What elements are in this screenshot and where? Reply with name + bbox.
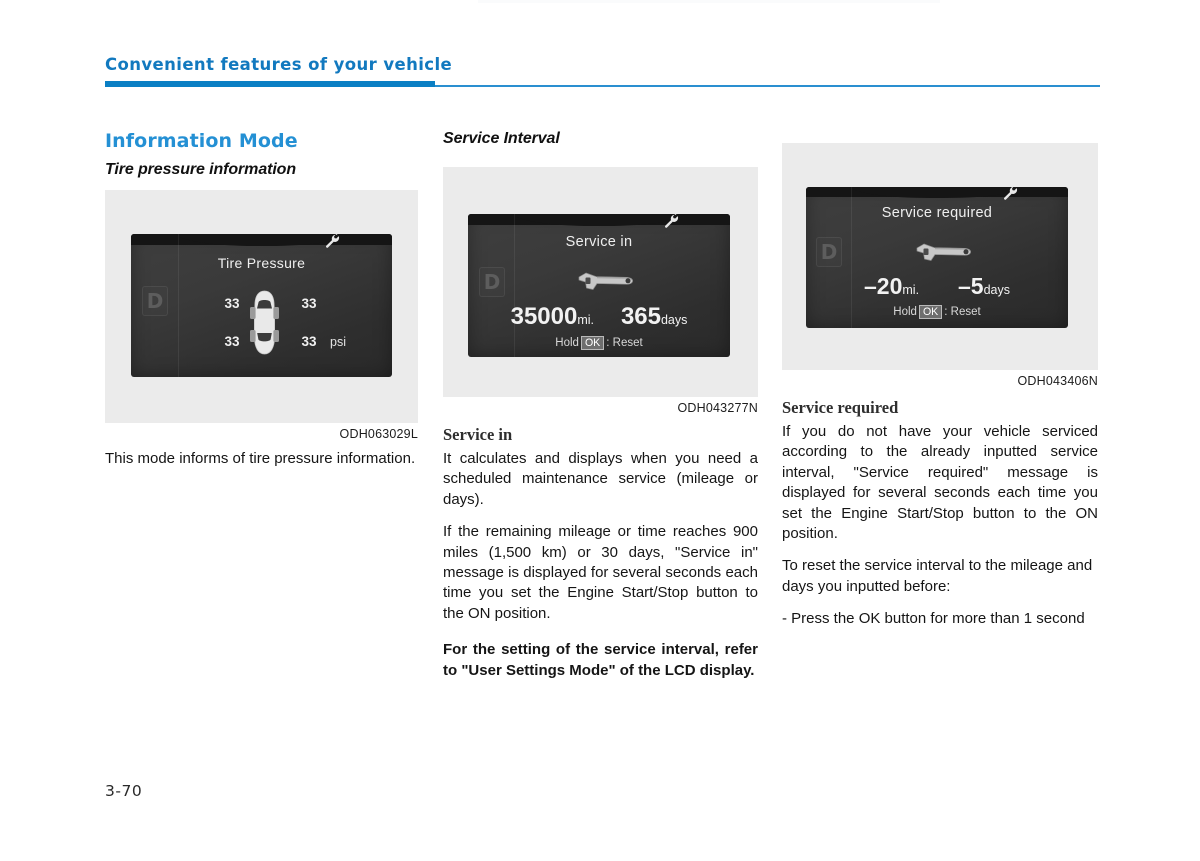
tire-pressure-front-left: 33 (224, 296, 240, 311)
hold-label: Hold (893, 306, 917, 318)
figure-background-3: D Service required –20mi. –5days Hold OK… (782, 143, 1098, 370)
tire-pressure-unit: psi (330, 335, 346, 349)
reset-label: : Reset (606, 337, 643, 349)
heading-service-required: Service required (782, 398, 899, 417)
adjustable-wrench-icon (573, 270, 637, 297)
service-required-mileage-unit: mi. (902, 283, 920, 297)
lcd-top-notch-1 (131, 234, 392, 245)
service-in-days-unit: days (660, 313, 688, 327)
tire-pressure-rear-left: 33 (224, 334, 240, 349)
ok-key-glyph: OK (918, 305, 943, 320)
section-heading-information-mode: Information Mode (105, 130, 298, 152)
figure-code-3: ODH043406N (1017, 374, 1098, 388)
ok-key-glyph: OK (580, 336, 605, 351)
lcd-title-service-required: Service required (881, 205, 993, 221)
lcd-title-tire-pressure: Tire Pressure (217, 255, 306, 271)
page-header: Convenient features of your vehicle (105, 55, 1100, 95)
figure-service-required: D Service required –20mi. –5days Hold OK… (782, 143, 1098, 388)
tire-pressure-front-right: 33 (301, 296, 317, 311)
paragraph-service-in-2: If the remaining mileage or time reaches… (443, 523, 758, 622)
paragraph-service-required-1: If you do not have your vehicle serviced… (782, 423, 1098, 542)
reset-label: : Reset (944, 306, 981, 318)
figure-code-1: ODH063029L (339, 427, 418, 441)
column-service-required: D Service required –20mi. –5days Hold OK… (782, 143, 1098, 630)
paragraph-service-in-1: It calculates and displays when you need… (443, 450, 758, 508)
service-required-days-value: –5 (957, 273, 984, 299)
paragraph-service-required-3: - Press the OK button for more than 1 se… (782, 610, 1085, 628)
gear-indicator-d: D (479, 267, 505, 297)
page-number: 3-70 (105, 782, 143, 800)
gear-indicator-d: D (142, 286, 168, 316)
figure-background-1: D Tire Pressure 33 33 33 33 psi (105, 190, 418, 423)
lcd-service-values-row: 35000mi. 365days (468, 303, 730, 331)
wrench-icon (1002, 187, 1018, 206)
wrench-icon (663, 214, 679, 234)
lcd-service-values-row: –20mi. –5days (806, 273, 1068, 300)
figure-code-2: ODH043277N (677, 401, 758, 415)
hold-label: Hold (555, 337, 579, 349)
lcd-cluster-service-in: D Service in 35000mi. 365days Hold OK: … (468, 214, 730, 357)
tire-pressure-rear-right: 33 (301, 334, 317, 349)
lcd-top-notch-3 (806, 187, 1068, 197)
header-rule-thick (105, 81, 435, 87)
service-in-mileage-value: 35000 (510, 303, 578, 330)
hold-ok-reset-hint: Hold OK: Reset (806, 305, 1068, 320)
lcd-title-service-in: Service in (565, 234, 633, 250)
column-service-interval: Service Interval D Service in 35000mi. 3… (443, 130, 758, 681)
scan-artifact (478, 0, 940, 3)
car-top-view-icon (250, 290, 279, 361)
hold-ok-reset-hint: Hold OK: Reset (468, 336, 730, 351)
page-header-title: Convenient features of your vehicle (105, 55, 453, 74)
lcd-cluster-service-required: D Service required –20mi. –5days Hold OK… (806, 187, 1068, 328)
gear-indicator-d: D (816, 237, 842, 267)
service-required-mileage-value: –20 (864, 273, 903, 299)
lcd-top-notch-2 (468, 214, 730, 225)
heading-service-in: Service in (443, 425, 513, 444)
wrench-icon (324, 234, 340, 254)
column-information-mode: Information Mode Tire pressure informati… (105, 130, 418, 469)
figure-tire-pressure: D Tire Pressure 33 33 33 33 psi ODH06302… (105, 190, 418, 441)
paragraph-service-in-note: For the setting of the service interval,… (443, 641, 758, 679)
service-in-mileage-unit: mi. (577, 313, 595, 327)
subsection-heading-tire-pressure-information: Tire pressure information (105, 161, 297, 178)
service-required-days-unit: days (983, 283, 1010, 297)
paragraph-tire-pressure-info: This mode informs of tire pressure infor… (105, 450, 416, 467)
figure-background-2: D Service in 35000mi. 365days Hold OK: … (443, 167, 758, 397)
subsection-heading-service-interval: Service Interval (443, 130, 560, 147)
adjustable-wrench-icon (911, 241, 975, 268)
lcd-cluster-tire-pressure: D Tire Pressure 33 33 33 33 psi (131, 234, 392, 377)
figure-service-in: D Service in 35000mi. 365days Hold OK: … (443, 167, 758, 415)
paragraph-service-required-2: To reset the service interval to the mil… (782, 557, 1093, 595)
service-in-days-value: 365 (620, 303, 661, 330)
